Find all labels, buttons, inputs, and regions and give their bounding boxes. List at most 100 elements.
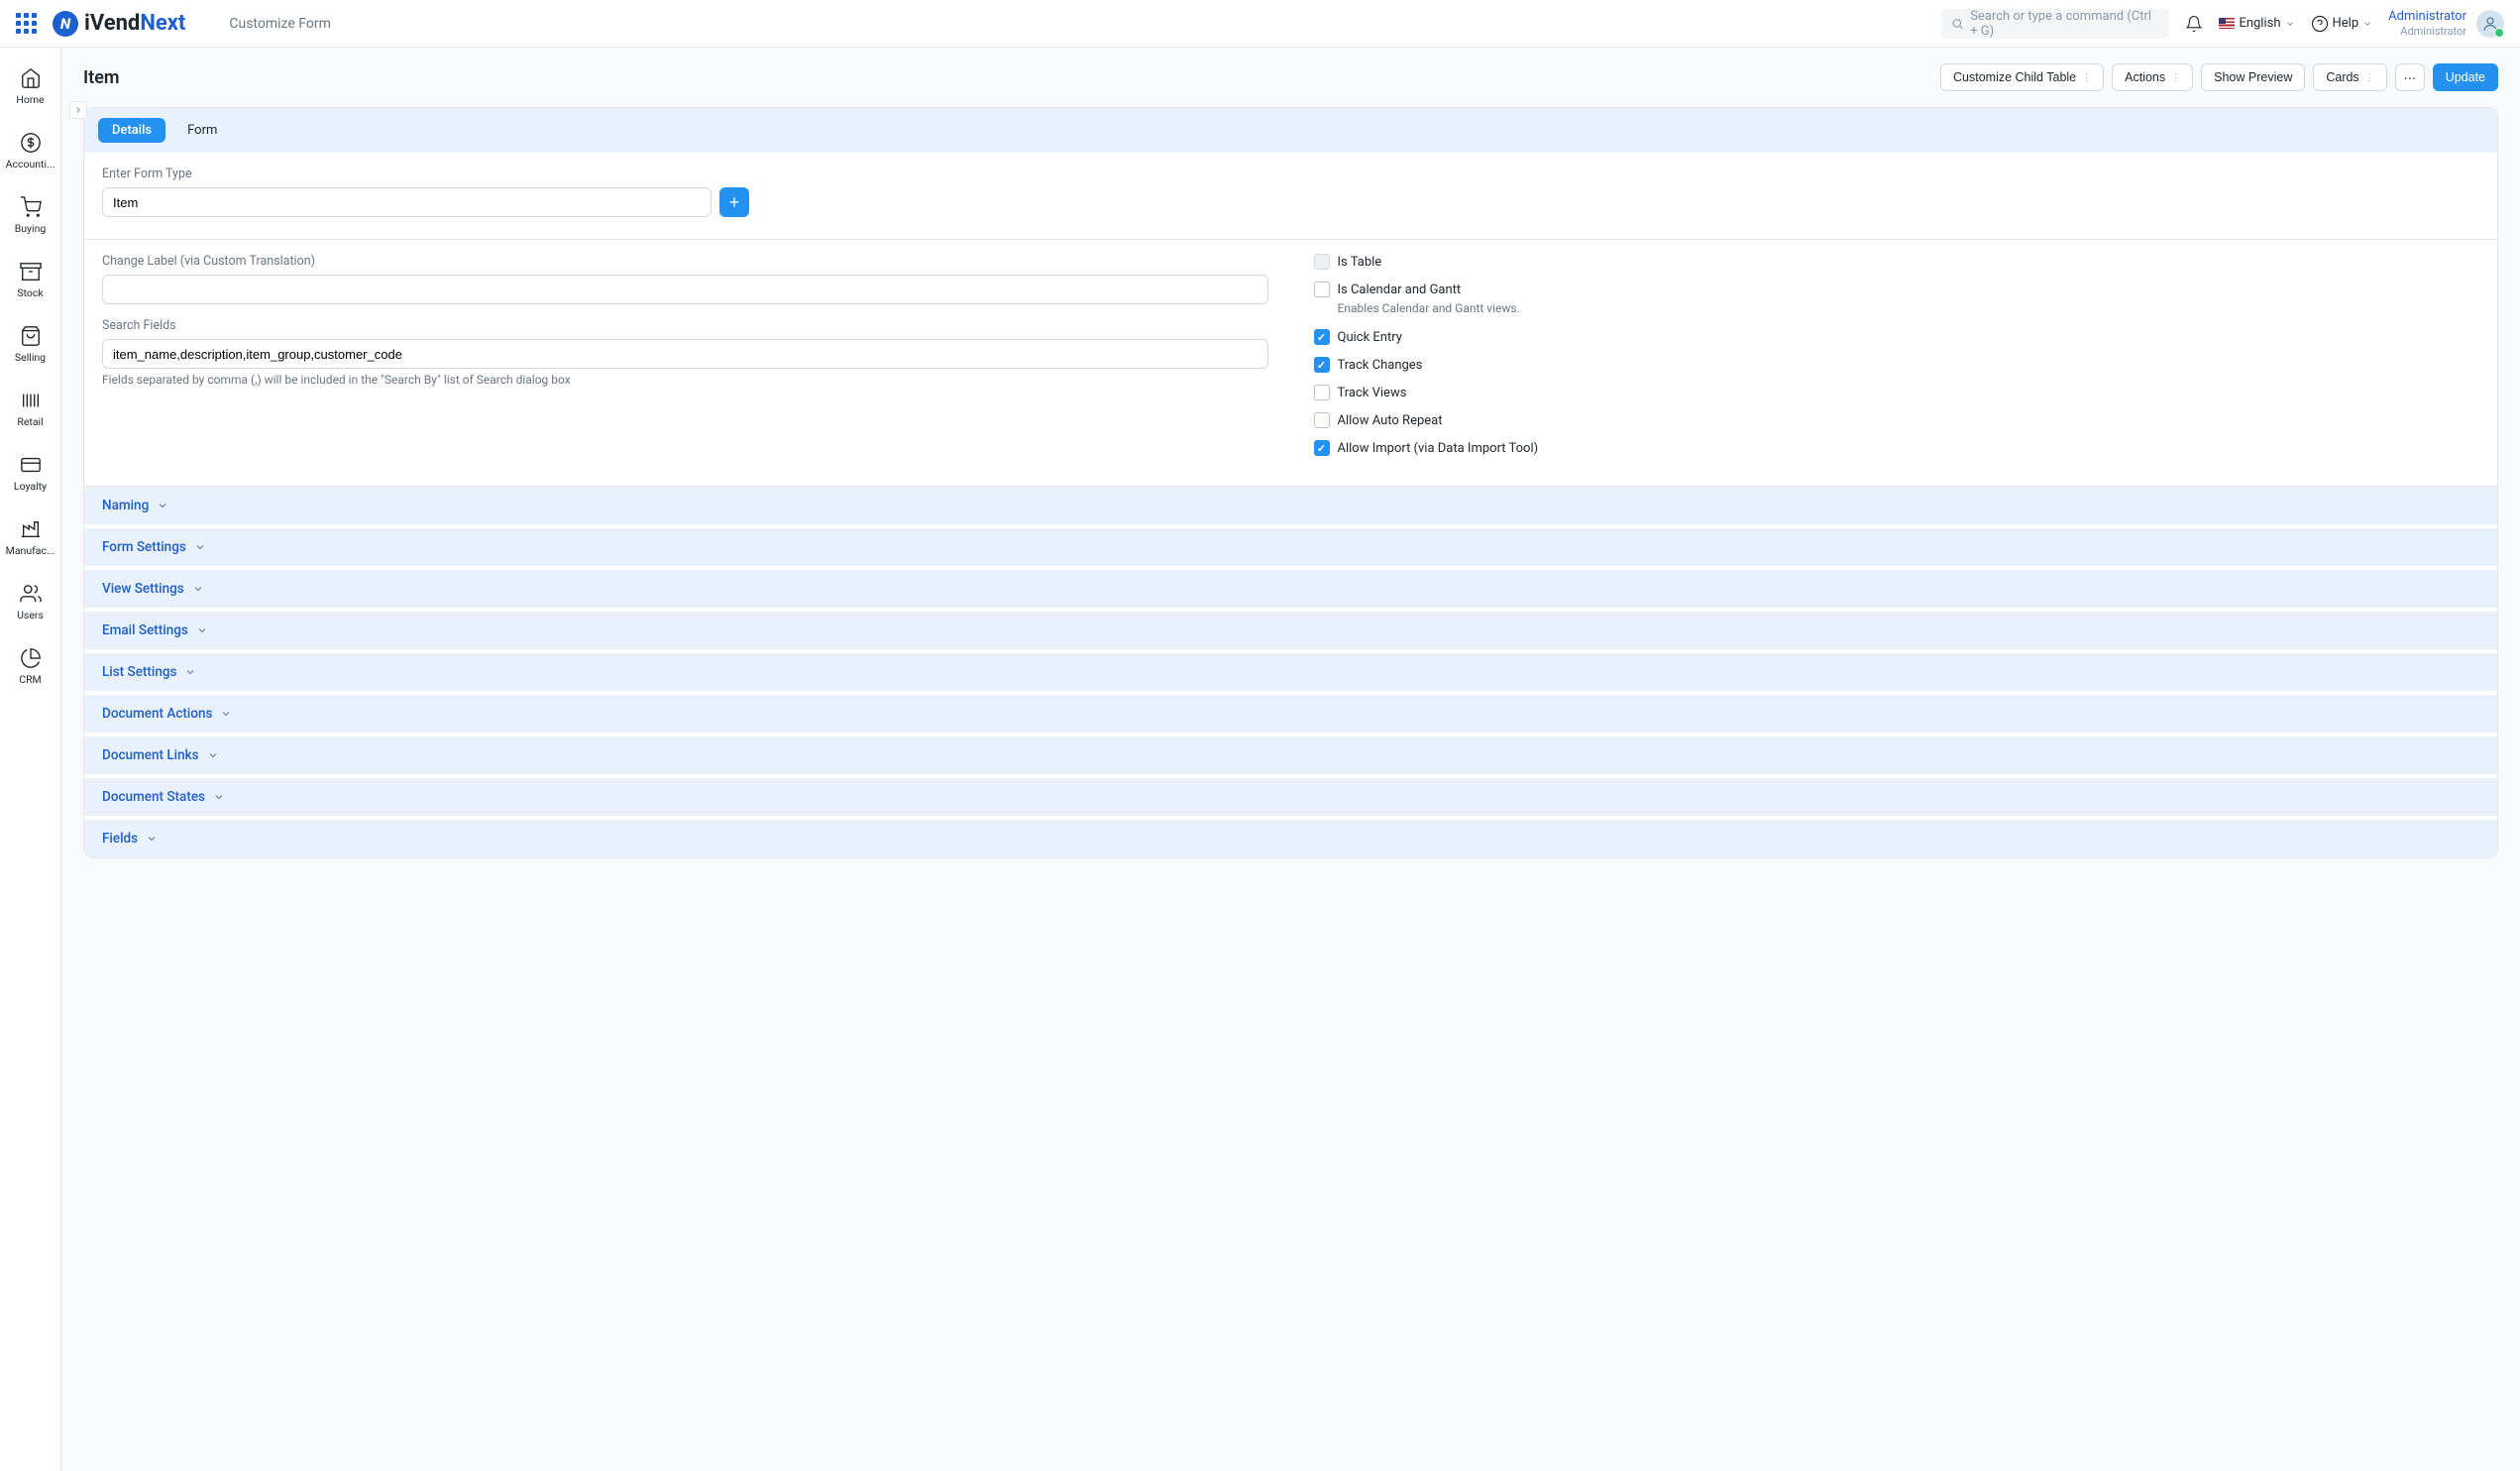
sidebar-item-users[interactable]: Users	[0, 579, 60, 625]
bell-icon	[2185, 15, 2203, 33]
accordion-title: Document Actions	[102, 706, 212, 722]
accordion-email-settings[interactable]: Email Settings	[84, 612, 2497, 653]
accordion-fields[interactable]: Fields	[84, 820, 2497, 857]
checkbox-track-views[interactable]	[1314, 385, 1330, 400]
accordion-list-settings[interactable]: List Settings	[84, 653, 2497, 695]
language-label: English	[2239, 16, 2280, 31]
factory-icon	[20, 518, 42, 540]
topbar: N iVendNext Customize Form Search or typ…	[0, 0, 2520, 48]
caret-icon: ⋮	[2365, 72, 2374, 83]
chevron-down-icon	[2362, 19, 2372, 29]
checkbox-row-quick-entry[interactable]: Quick Entry	[1314, 329, 2480, 345]
tab-form[interactable]: Form	[173, 118, 231, 143]
checkbox-is-calendar[interactable]	[1314, 282, 1330, 297]
checkbox-auto-repeat[interactable]	[1314, 412, 1330, 428]
accordion-document-links[interactable]: Document Links	[84, 736, 2497, 778]
chevron-right-icon	[73, 105, 83, 115]
sidebar-item-label: Stock	[17, 286, 43, 299]
sidebar-item-factory[interactable]: Manufac...	[0, 514, 60, 561]
pie-icon	[20, 647, 42, 669]
logo-text-2: Next	[140, 11, 185, 36]
accordion-view-settings[interactable]: View Settings	[84, 570, 2497, 612]
add-form-type-button[interactable]: +	[719, 187, 749, 217]
user-role: Administrator	[2388, 25, 2466, 38]
checkbox-label: Allow Import (via Data Import Tool)	[1338, 441, 1539, 456]
caret-icon: ⋮	[2082, 72, 2091, 83]
language-selector[interactable]: English	[2219, 16, 2294, 31]
logo-badge-icon: N	[53, 11, 78, 37]
cards-button[interactable]: Cards⋮	[2313, 63, 2386, 91]
change-label-input[interactable]	[102, 275, 1268, 304]
more-menu-button[interactable]: ⋯	[2395, 63, 2425, 91]
checkbox-allow-import[interactable]	[1314, 440, 1330, 456]
logo-text-1: iVend	[84, 11, 140, 36]
sidebar-item-label: Loyalty	[14, 480, 47, 493]
accordion-naming[interactable]: Naming	[84, 487, 2497, 528]
user-name: Administrator	[2388, 9, 2466, 25]
chevron-down-icon	[146, 833, 158, 845]
breadcrumb[interactable]: Customize Form	[229, 16, 331, 32]
sidebar-item-label: Retail	[17, 415, 43, 428]
dots-icon: ⋯	[2403, 70, 2416, 85]
avatar	[2476, 10, 2504, 38]
apps-menu-icon[interactable]	[16, 13, 37, 34]
main-content: Item Customize Child Table⋮ Actions⋮ Sho…	[61, 48, 2520, 1471]
chevron-down-icon	[184, 666, 196, 678]
sidebar-item-bag[interactable]: Selling	[0, 321, 60, 368]
barcode-icon	[20, 390, 42, 411]
checkbox-row-track-changes[interactable]: Track Changes	[1314, 357, 2480, 373]
cart-icon	[20, 196, 42, 218]
accordion-title: Email Settings	[102, 622, 188, 638]
chevron-down-icon	[194, 541, 206, 553]
checkbox-is-table	[1314, 254, 1330, 270]
checkbox-label: Is Calendar and Gantt	[1338, 283, 1462, 297]
search-fields-help: Fields separated by comma (,) will be in…	[102, 373, 1268, 387]
search-fields-label: Search Fields	[102, 318, 1268, 333]
sidebar-expand-button[interactable]	[69, 101, 87, 119]
accordion-form-settings[interactable]: Form Settings	[84, 528, 2497, 570]
chevron-down-icon	[157, 500, 168, 511]
accordion-title: Naming	[102, 498, 149, 513]
update-button[interactable]: Update	[2433, 63, 2498, 91]
help-icon	[2311, 15, 2329, 33]
search-icon	[1951, 17, 1964, 31]
sidebar-item-pie[interactable]: CRM	[0, 643, 60, 690]
sidebar-item-cart[interactable]: Buying	[0, 192, 60, 239]
checkbox-row-allow-import[interactable]: Allow Import (via Data Import Tool)	[1314, 440, 2480, 456]
sidebar-item-box[interactable]: Stock	[0, 257, 60, 303]
accordion-title: Form Settings	[102, 539, 186, 555]
search-input[interactable]: Search or type a command (Ctrl + G)	[1941, 9, 2169, 39]
accordion-title: Document Links	[102, 747, 199, 763]
accordion-document-states[interactable]: Document States	[84, 778, 2497, 820]
user-menu[interactable]: Administrator Administrator	[2388, 9, 2504, 38]
checkbox-label: Quick Entry	[1338, 330, 1402, 345]
form-type-input[interactable]	[102, 187, 712, 217]
tab-details[interactable]: Details	[98, 118, 165, 143]
checkbox-quick-entry[interactable]	[1314, 329, 1330, 345]
sidebar-item-barcode[interactable]: Retail	[0, 386, 60, 432]
sidebar-item-label: Manufac...	[6, 544, 55, 557]
checkbox-row-track-views[interactable]: Track Views	[1314, 385, 2480, 400]
customize-child-table-button[interactable]: Customize Child Table⋮	[1940, 63, 2104, 91]
accordion-document-actions[interactable]: Document Actions	[84, 695, 2497, 736]
sidebar-item-label: Accounti...	[6, 158, 55, 170]
checkbox-row-auto-repeat[interactable]: Allow Auto Repeat	[1314, 412, 2480, 428]
checkbox-label: Is Table	[1338, 255, 1382, 270]
sidebar-item-home[interactable]: Home	[0, 63, 60, 110]
show-preview-button[interactable]: Show Preview	[2201, 63, 2305, 91]
sidebar-item-card[interactable]: Loyalty	[0, 450, 60, 497]
notifications-button[interactable]	[2185, 15, 2203, 33]
help-button[interactable]: Help	[2311, 15, 2373, 33]
actions-button[interactable]: Actions⋮	[2112, 63, 2193, 91]
app-logo[interactable]: N iVendNext	[53, 11, 185, 37]
sidebar-item-dollar[interactable]: Accounti...	[0, 128, 60, 174]
form-card: Details Form Enter Form Type + Change La…	[83, 107, 2498, 858]
checkbox-row-is-calendar[interactable]: Is Calendar and Gantt	[1314, 282, 2480, 297]
card-icon	[20, 454, 42, 476]
change-label-label: Change Label (via Custom Translation)	[102, 254, 1268, 269]
checkbox-track-changes[interactable]	[1314, 357, 1330, 373]
search-fields-input[interactable]	[102, 339, 1268, 369]
form-type-label: Enter Form Type	[102, 167, 2479, 181]
home-icon	[20, 67, 42, 89]
checkbox-label: Track Views	[1338, 386, 1407, 400]
